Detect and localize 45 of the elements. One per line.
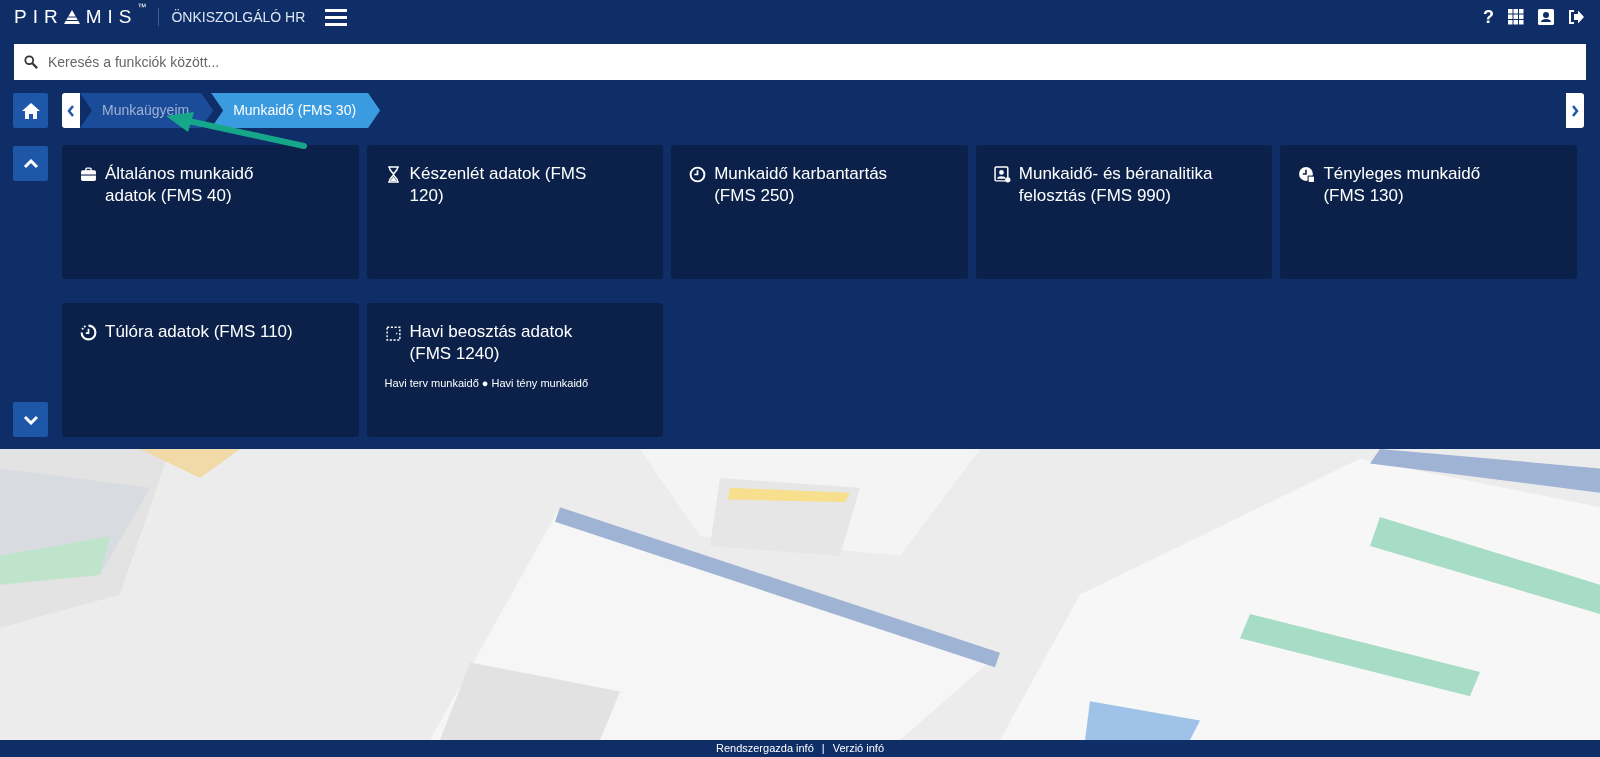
app-title: ÖNKISZOLGÁLÓ HR xyxy=(171,7,306,27)
function-tile[interactable]: Túlóra adatok (FMS 110) xyxy=(62,303,359,437)
tile-title: Általános munkaidő adatok (FMS 40) xyxy=(105,163,255,207)
forward-button[interactable] xyxy=(1566,93,1584,128)
search-icon xyxy=(24,55,38,69)
tile-title: Munkaidő- és béranalitika felosztás (FMS 990) xyxy=(1018,163,1214,207)
logo: PIR MIS™ xyxy=(14,2,147,29)
briefcase-icon xyxy=(80,166,97,183)
footer-link[interactable]: Verzió infó xyxy=(832,740,885,757)
clock-icon xyxy=(80,324,97,341)
footer-link[interactable]: Rendszergazda infó xyxy=(715,740,814,757)
tile-title: Munkaidő karbantartás (FMS 250) xyxy=(714,163,889,207)
chevron-right-icon xyxy=(1571,104,1579,117)
help-button[interactable]: ? xyxy=(1483,3,1494,31)
tile-title: Készenlét adatok (FMS 120) xyxy=(409,163,588,207)
pyramid-icon xyxy=(63,10,80,24)
tile-title: Havi beosztás adatok (FMS 1240) xyxy=(409,321,574,365)
clock-icon xyxy=(689,166,707,183)
function-tile[interactable]: Tényleges munkaidő (FMS 130) xyxy=(1280,145,1577,279)
home-button[interactable] xyxy=(13,93,48,128)
function-tile[interactable]: Készenlét adatok (FMS 120) xyxy=(366,145,664,279)
breadcrumb-item[interactable]: Munkaügyeim xyxy=(80,93,214,128)
tile-title: Tényleges munkaidő (FMS 130) xyxy=(1323,163,1482,207)
apps-grid-icon[interactable] xyxy=(1508,9,1524,25)
chevron-down-icon xyxy=(22,414,39,425)
footer-separator: | xyxy=(821,741,825,757)
search-field[interactable]: Keresés a funkciók között... xyxy=(14,44,1586,80)
clock-document-icon xyxy=(1298,166,1316,183)
chevron-left-icon xyxy=(67,104,75,117)
person-document-icon xyxy=(993,166,1011,183)
user-profile-icon[interactable] xyxy=(1538,9,1554,25)
scroll-up-button[interactable] xyxy=(13,146,48,181)
scroll-down-button[interactable] xyxy=(13,402,48,437)
home-icon xyxy=(21,102,40,119)
function-tile[interactable]: Munkaidő- és béranalitika felosztás (FMS 990) xyxy=(975,145,1273,279)
logout-icon[interactable] xyxy=(1568,9,1584,25)
edit-calendar-icon xyxy=(384,324,402,341)
function-tile[interactable]: Havi beosztás adatok (FMS 1240) Havi terv munkaidő ● Havi tény munkaidő xyxy=(366,303,664,437)
chevron-up-icon xyxy=(22,158,39,169)
function-tile[interactable]: Általános munkaidő adatok (FMS 40) xyxy=(62,145,359,279)
back-button[interactable] xyxy=(62,93,80,128)
tile-subtitle: Havi terv munkaidő ● Havi tény munkaidő xyxy=(384,376,590,391)
function-tile[interactable]: Munkaidő karbantartás (FMS 250) xyxy=(671,145,968,279)
menu-button[interactable] xyxy=(325,8,348,26)
tile-title: Túlóra adatok (FMS 110) xyxy=(105,321,294,343)
